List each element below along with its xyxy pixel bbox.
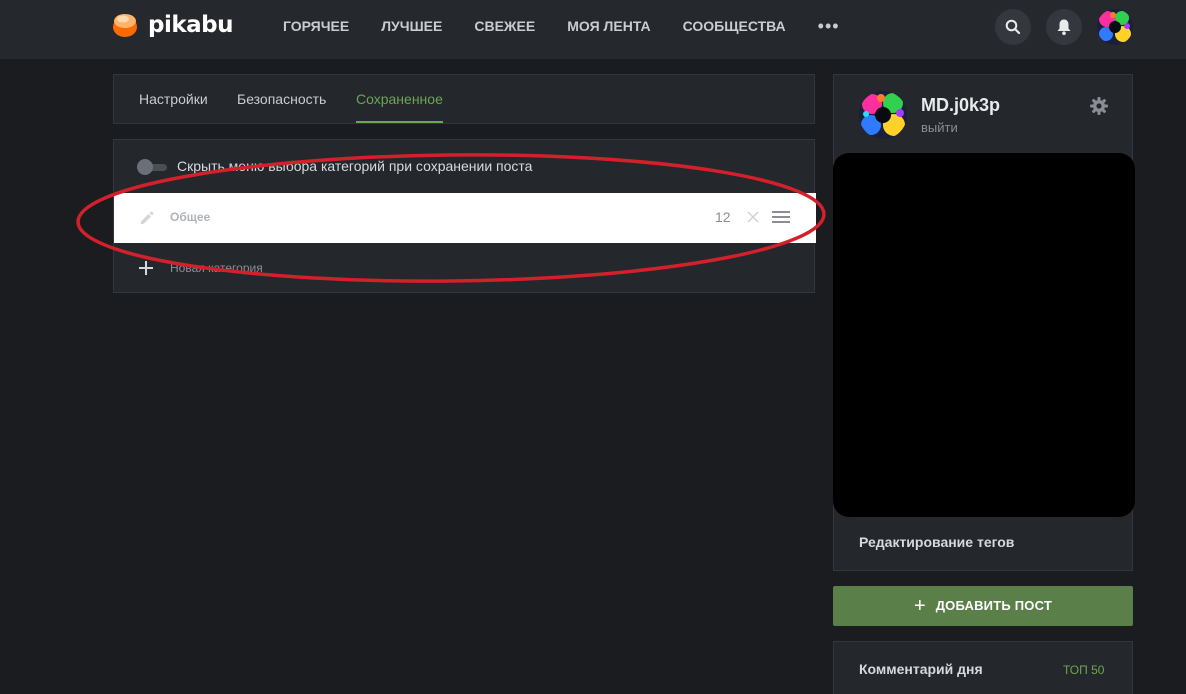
saved-categories-panel: Скрыть меню выбора категорий при сохране… bbox=[113, 139, 816, 293]
logo-text: pikabu bbox=[148, 12, 234, 38]
profile-card: MD.j0k3p выйти Редактирование тегов bbox=[833, 74, 1135, 571]
nav-best[interactable]: ЛУЧШЕЕ bbox=[381, 18, 442, 35]
toggle-label: Скрыть меню выбора категорий при сохране… bbox=[177, 158, 533, 174]
edit-tags-link[interactable]: Редактирование тегов bbox=[859, 534, 1014, 551]
nav-fresh[interactable]: СВЕЖЕЕ bbox=[474, 18, 535, 35]
nav-my-feed[interactable]: МОЯ ЛЕНТА bbox=[567, 18, 650, 35]
settings-tabs: Настройки Безопасность Сохраненное bbox=[113, 74, 815, 124]
gear-icon[interactable] bbox=[1089, 96, 1109, 116]
search-icon bbox=[1005, 19, 1021, 35]
bell-icon bbox=[1057, 19, 1071, 35]
pikabu-logo-icon bbox=[112, 12, 138, 38]
category-count: 12 bbox=[715, 209, 731, 225]
category-row: Общее 12 bbox=[114, 193, 816, 243]
tab-settings[interactable]: Настройки bbox=[139, 91, 208, 108]
notifications-button[interactable] bbox=[1046, 9, 1082, 45]
drag-handle-icon[interactable] bbox=[772, 210, 790, 224]
more-menu-icon[interactable]: ••• bbox=[818, 17, 840, 35]
hide-category-menu-toggle[interactable] bbox=[137, 159, 167, 175]
pencil-icon[interactable] bbox=[139, 210, 155, 226]
comment-of-day-card: Комментарий дня ТОП 50 bbox=[833, 641, 1133, 694]
delete-icon[interactable] bbox=[746, 210, 760, 224]
tab-saved[interactable]: Сохраненное bbox=[356, 91, 443, 108]
top-50-link[interactable]: ТОП 50 bbox=[1063, 663, 1104, 678]
new-category-button[interactable]: Новая категория bbox=[170, 261, 263, 276]
site-header: pikabu ГОРЯЧЕЕ ЛУЧШЕЕ СВЕЖЕЕ МОЯ ЛЕНТА С… bbox=[0, 0, 1186, 59]
main-nav: ГОРЯЧЕЕ ЛУЧШЕЕ СВЕЖЕЕ МОЯ ЛЕНТА СООБЩЕСТ… bbox=[283, 17, 840, 35]
nav-hot[interactable]: ГОРЯЧЕЕ bbox=[283, 18, 349, 35]
profile-avatar[interactable] bbox=[859, 91, 907, 139]
comment-of-day-title: Комментарий дня bbox=[859, 661, 983, 677]
pikabu-logo[interactable]: pikabu bbox=[112, 12, 234, 38]
add-post-button[interactable]: + ДОБАВИТЬ ПОСТ bbox=[833, 586, 1133, 626]
add-post-label: ДОБАВИТЬ ПОСТ bbox=[935, 598, 1052, 613]
plus-icon[interactable] bbox=[138, 260, 154, 276]
search-button[interactable] bbox=[995, 9, 1031, 45]
profile-username[interactable]: MD.j0k3p bbox=[921, 94, 1000, 116]
active-tab-indicator bbox=[356, 121, 443, 123]
tab-security[interactable]: Безопасность bbox=[237, 91, 326, 108]
nav-communities[interactable]: СООБЩЕСТВА bbox=[683, 18, 786, 35]
category-name[interactable]: Общее bbox=[170, 210, 210, 225]
header-avatar[interactable] bbox=[1097, 9, 1133, 45]
logout-link[interactable]: выйти bbox=[921, 120, 958, 135]
plus-icon: + bbox=[914, 595, 926, 617]
profile-content-area bbox=[833, 153, 1135, 517]
